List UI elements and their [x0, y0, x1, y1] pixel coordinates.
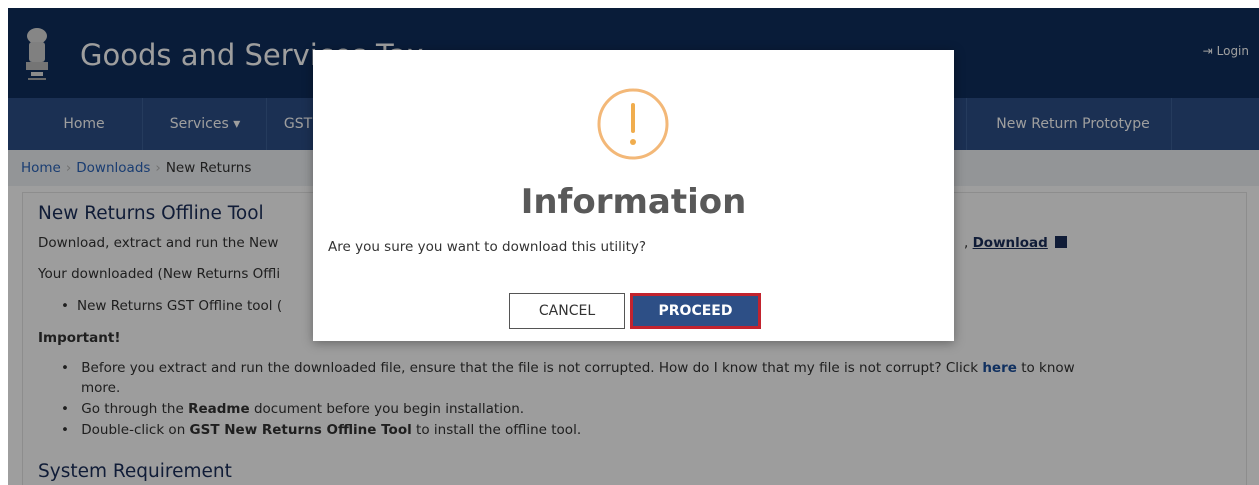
dialog-title: Information	[520, 182, 747, 222]
information-dialog: Information Are you sure you want to dow…	[313, 50, 954, 341]
proceed-button[interactable]: PROCEED	[630, 293, 761, 329]
cancel-button[interactable]: CANCEL	[509, 293, 625, 329]
page-frame: Goods and Services Tax ⇥ Login Home Serv…	[8, 8, 1259, 485]
exclamation-circle-icon	[597, 88, 669, 160]
dialog-message: Are you sure you want to download this u…	[328, 239, 647, 255]
